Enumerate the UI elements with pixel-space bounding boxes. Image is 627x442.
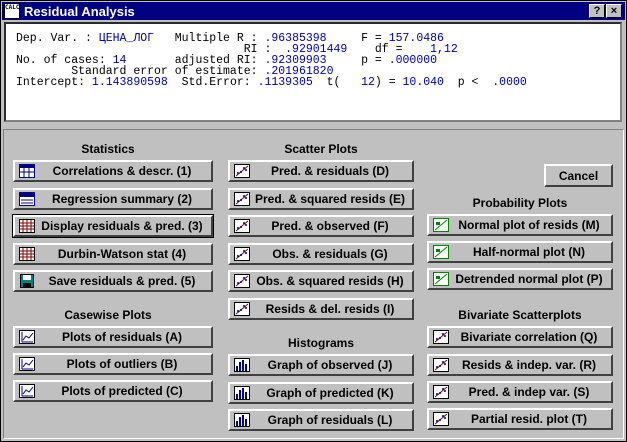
plots-of-residuals-label: Plots of residuals (A) — [61, 330, 183, 344]
partial-resid-plot-button[interactable]: Partial resid. plot (T) — [427, 408, 613, 430]
plots-of-outliers-button[interactable]: Plots of outliers (B) — [13, 353, 213, 375]
obs-squared-resids-label: Obs. & squared resids (H) — [256, 274, 404, 288]
partial-resid-plot-label: Partial resid. plot (T) — [470, 412, 587, 426]
pred-indep-var-label: Pred. & indep var. (S) — [468, 385, 590, 399]
app-icon[interactable]: CALC — [4, 3, 20, 19]
plots-of-predicted-label: Plots of predicted (C) — [61, 384, 183, 398]
casewise-plots-heading: Casewise Plots — [64, 308, 152, 322]
scatter-icon — [234, 274, 250, 288]
resids-del-resids-button[interactable]: Resids & del. resids (I) — [228, 298, 414, 320]
probability-icon — [433, 218, 449, 232]
title-bar[interactable]: CALC Residual Analysis ? × — [2, 2, 625, 20]
obs-residuals-button[interactable]: Obs. & residuals (G) — [228, 243, 414, 265]
cancel-label: Cancel — [558, 168, 599, 183]
scatter-icon — [433, 358, 449, 372]
t-df-value: 12 — [361, 76, 375, 89]
line-plot-icon — [19, 384, 35, 398]
bivariate-correlation-label: Bivariate correlation (Q) — [460, 330, 598, 344]
histogram-icon — [234, 413, 250, 427]
scatter-icon — [433, 412, 449, 426]
help-button[interactable]: ? — [589, 4, 605, 18]
scatter-icon — [234, 302, 250, 316]
normal-plot-label: Normal plot of resids (M) — [458, 218, 600, 232]
window-title: Residual Analysis — [24, 4, 135, 19]
histogram-icon — [234, 358, 250, 372]
pred-observed-button[interactable]: Pred. & observed (F) — [228, 215, 414, 237]
t-p-value: .0000 — [485, 76, 527, 89]
scatter-icon — [234, 192, 250, 206]
plots-of-outliers-label: Plots of outliers (B) — [66, 357, 178, 371]
scatter-plots-heading: Scatter Plots — [284, 142, 358, 156]
correlations-descr-label: Correlations & descr. (1) — [52, 164, 192, 178]
scatter-icon — [234, 219, 250, 233]
p-value: .000000 — [388, 54, 438, 67]
resids-del-resids-label: Resids & del. resids (I) — [265, 302, 395, 316]
pred-residuals-button[interactable]: Pred. & residuals (D) — [228, 160, 414, 182]
resids-indep-var-button[interactable]: Resids & indep. var. (R) — [427, 354, 613, 376]
obs-squared-resids-button[interactable]: Obs. & squared resids (H) — [228, 270, 414, 292]
graph-of-observed-button[interactable]: Graph of observed (J) — [228, 354, 414, 376]
resids-indep-var-label: Resids & indep. var. (R) — [461, 358, 597, 372]
scatter-icon — [433, 330, 449, 344]
detrended-normal-plot-label: Detrended normal plot (P) — [455, 272, 603, 286]
grid-icon — [19, 219, 35, 233]
table-icon — [19, 164, 35, 178]
pred-squared-resids-button[interactable]: Pred. & squared resids (E) — [228, 188, 414, 210]
t-value: 10.040 — [402, 76, 444, 89]
detrended-normal-plot-button[interactable]: Detrended normal plot (P) — [427, 268, 613, 290]
save-residuals-label: Save residuals & pred. (5) — [48, 274, 196, 288]
durbin-watson-label: Durbin-Watson stat (4) — [57, 247, 187, 261]
pred-residuals-label: Pred. & residuals (D) — [270, 164, 390, 178]
normal-plot-button[interactable]: Normal plot of resids (M) — [427, 214, 613, 236]
disk-icon — [19, 274, 35, 288]
scatter-icon — [234, 164, 250, 178]
graph-of-residuals-label: Graph of residuals (L) — [267, 413, 393, 427]
correlations-descr-button[interactable]: Correlations & descr. (1) — [13, 160, 213, 182]
half-normal-plot-label: Half-normal plot (N) — [473, 245, 585, 259]
result-line-5: Intercept: 1.143890598 Std.Error: .11393… — [16, 76, 527, 89]
plots-of-predicted-button[interactable]: Plots of predicted (C) — [13, 380, 213, 402]
save-residuals-button[interactable]: Save residuals & pred. (5) — [13, 270, 213, 292]
grid-icon — [19, 247, 35, 261]
durbin-watson-button[interactable]: Durbin-Watson stat (4) — [13, 243, 213, 265]
obs-residuals-label: Obs. & residuals (G) — [272, 247, 388, 261]
close-button[interactable]: × — [606, 4, 622, 18]
summary-icon — [19, 192, 35, 206]
bivariate-correlation-button[interactable]: Bivariate correlation (Q) — [427, 326, 613, 348]
cancel-button[interactable]: Cancel — [544, 164, 613, 187]
results-panel: Dep. Var. : ЦЕНА_ЛОГ Multiple R : .96385… — [4, 22, 622, 122]
intercept-value: 1.143890598 — [91, 76, 168, 89]
plots-of-residuals-button[interactable]: Plots of residuals (A) — [13, 326, 213, 348]
histograms-heading: Histograms — [287, 336, 355, 350]
probability-icon — [433, 245, 449, 259]
display-residuals-button[interactable]: Display residuals & pred. (3) — [12, 214, 214, 238]
scatter-icon — [234, 247, 250, 261]
graph-of-residuals-button[interactable]: Graph of residuals (L) — [228, 409, 414, 431]
regression-summary-button[interactable]: Regression summary (2) — [13, 188, 213, 210]
probability-icon — [433, 272, 449, 286]
pred-observed-label: Pred. & observed (F) — [271, 219, 389, 233]
graph-of-observed-label: Graph of observed (J) — [267, 358, 393, 372]
histogram-icon — [234, 386, 250, 400]
std-error-value: .1139305 — [257, 76, 313, 89]
display-residuals-label: Display residuals & pred. (3) — [41, 219, 203, 233]
line-plot-icon — [19, 330, 35, 344]
scatter-icon — [433, 385, 449, 399]
residual-analysis-window: CALC Residual Analysis ? × Dep. Var. : Ц… — [0, 0, 627, 442]
probability-plots-heading: Probability Plots — [472, 196, 568, 210]
line-plot-icon — [19, 357, 35, 371]
pred-indep-var-button[interactable]: Pred. & indep var. (S) — [427, 381, 613, 403]
regression-summary-label: Regression summary (2) — [51, 192, 193, 206]
bivariate-scatterplots-heading: Bivariate Scatterplots — [458, 308, 582, 322]
statistics-heading: Statistics — [81, 142, 135, 156]
pred-squared-resids-label: Pred. & squared resids (E) — [254, 192, 406, 206]
graph-of-predicted-button[interactable]: Graph of predicted (K) — [228, 382, 414, 404]
half-normal-plot-button[interactable]: Half-normal plot (N) — [427, 241, 613, 263]
graph-of-predicted-label: Graph of predicted (K) — [266, 386, 394, 400]
